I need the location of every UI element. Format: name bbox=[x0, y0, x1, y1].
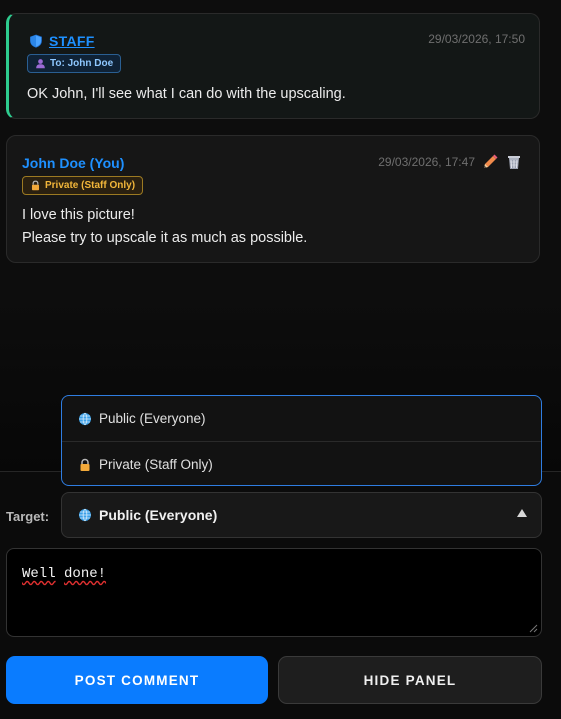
option-public[interactable]: Public (Everyone) bbox=[62, 396, 541, 441]
comment-timestamp: 29/03/2026, 17:47 bbox=[378, 155, 475, 169]
staff-comment-card: STAFF 29/03/2026, 17:50 To: John Doe OK … bbox=[6, 13, 540, 119]
target-dropdown-menu: Public (Everyone) Private (Staff Only) bbox=[61, 395, 542, 486]
globe-icon bbox=[79, 508, 91, 522]
comment-line: I love this picture! bbox=[22, 207, 135, 223]
pencil-icon[interactable] bbox=[481, 153, 499, 171]
hide-panel-button[interactable]: HIDE PANEL bbox=[278, 656, 542, 704]
resize-handle-icon[interactable] bbox=[529, 624, 538, 633]
trash-icon[interactable] bbox=[505, 153, 523, 171]
staff-author-name: STAFF bbox=[49, 33, 95, 49]
visibility-badge: Private (Staff Only) bbox=[22, 176, 144, 195]
target-label: Target: bbox=[6, 509, 50, 524]
lock-icon bbox=[80, 458, 90, 471]
comment-line: OK John, I'll see what I can do with the… bbox=[27, 86, 346, 102]
user-icon bbox=[36, 59, 45, 69]
comment-timestamp: 29/03/2026, 17:50 bbox=[428, 32, 525, 46]
option-public-label: Public (Everyone) bbox=[99, 411, 206, 426]
comment-body: OK John, I'll see what I can do with the… bbox=[27, 83, 346, 106]
lock-icon bbox=[31, 180, 40, 191]
post-comment-button[interactable]: POST COMMENT bbox=[6, 656, 268, 704]
staff-author[interactable]: STAFF bbox=[29, 33, 95, 49]
comment-body: I love this picture! Please try to upsca… bbox=[22, 204, 307, 250]
input-word: Well bbox=[22, 566, 56, 582]
recipient-badge-label: To: John Doe bbox=[50, 58, 114, 69]
input-word: done! bbox=[64, 566, 107, 582]
user-author[interactable]: John Doe (You) bbox=[22, 155, 124, 171]
option-private-label: Private (Staff Only) bbox=[99, 457, 213, 472]
chevron-up-icon bbox=[517, 509, 527, 517]
option-private[interactable]: Private (Staff Only) bbox=[62, 441, 541, 485]
globe-icon bbox=[79, 412, 91, 425]
shield-icon bbox=[30, 34, 42, 48]
recipient-badge: To: John Doe bbox=[27, 54, 122, 73]
target-select-value: Public (Everyone) bbox=[99, 507, 218, 523]
comment-line: Please try to upscale it as much as poss… bbox=[22, 230, 308, 246]
user-comment-card: John Doe (You) 29/03/2026, 17:47 Private… bbox=[6, 135, 540, 263]
visibility-badge-label: Private (Staff Only) bbox=[45, 180, 136, 191]
comment-input[interactable]: Well done! bbox=[6, 548, 542, 637]
target-select[interactable]: Public (Everyone) bbox=[61, 492, 542, 538]
